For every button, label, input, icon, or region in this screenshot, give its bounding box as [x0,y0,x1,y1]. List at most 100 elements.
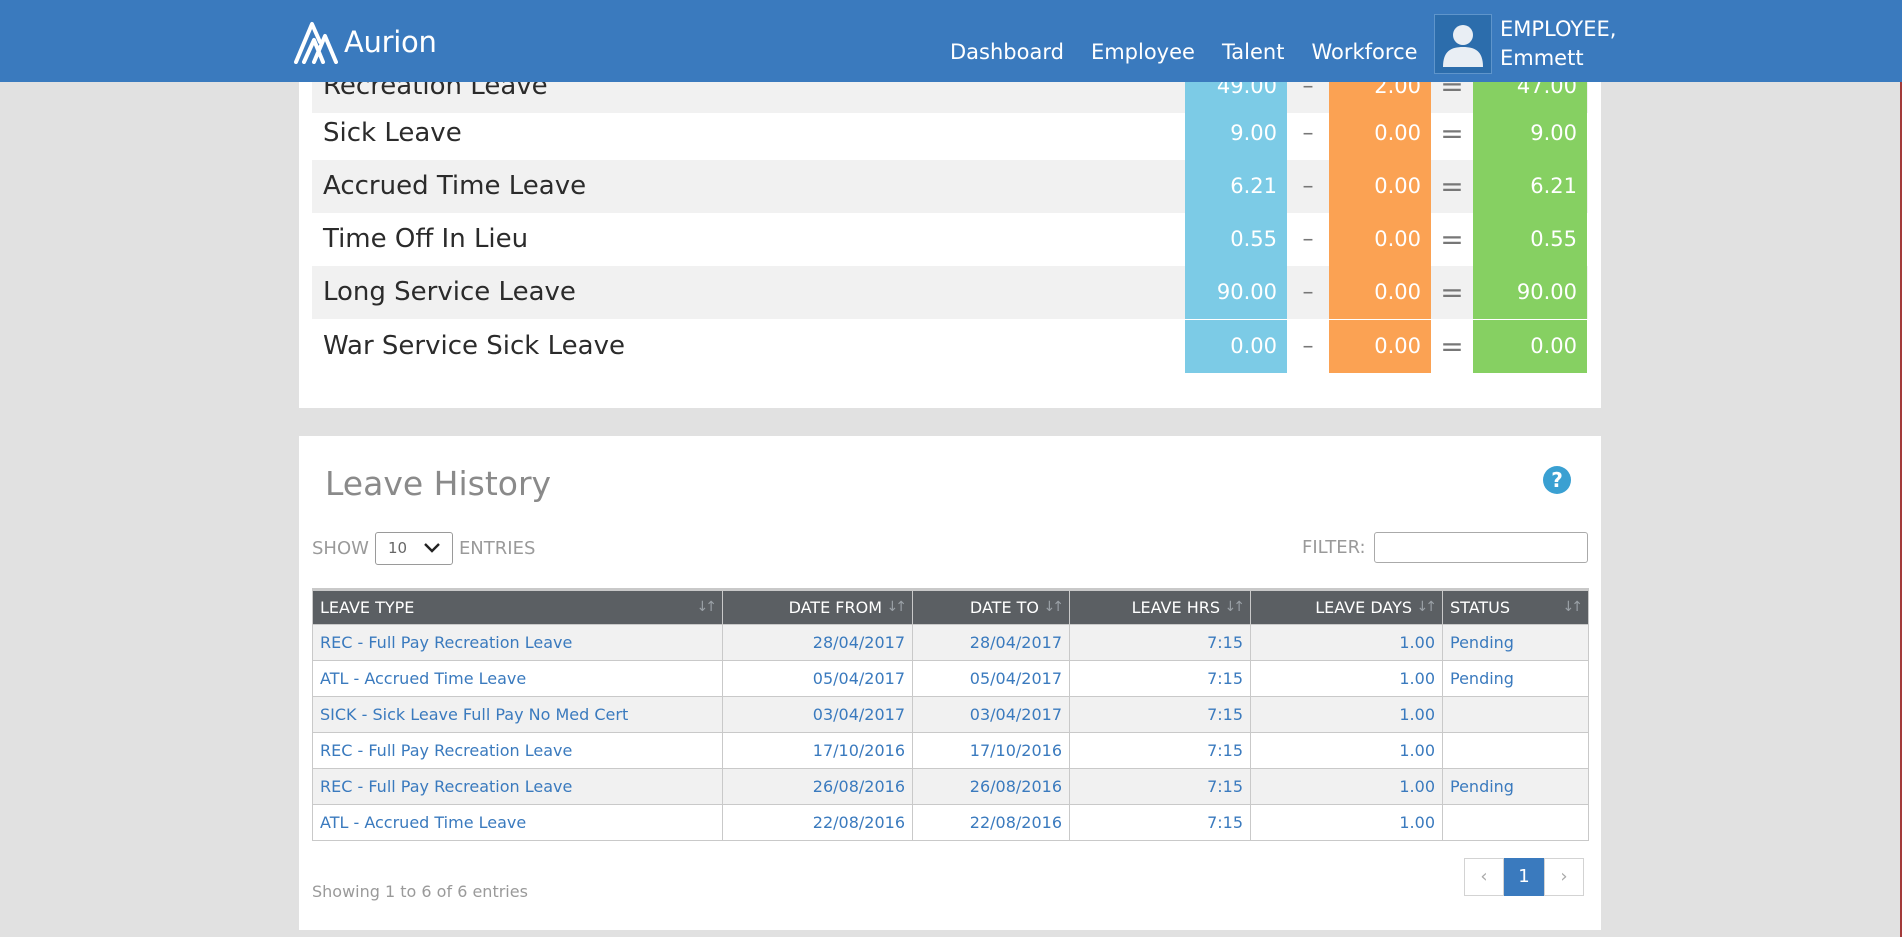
balance-row: Time Off In Lieu 0.55 – 0.00 = 0.55 [312,213,1588,266]
nav-item-dashboard[interactable]: Dashboard [950,40,1064,64]
cell-date-from: 26/08/2016 [722,768,913,805]
cell-date-to: 17/10/2016 [912,732,1070,769]
cell-leave-hrs: 7:15 [1069,696,1251,733]
taken-value: 0.00 [1329,266,1431,319]
cell-leave-type[interactable]: ATL - Accrued Time Leave [312,804,723,841]
cell-leave-days: 1.00 [1250,660,1443,697]
filter-input[interactable] [1373,532,1588,563]
cell-leave-type[interactable]: REC - Full Pay Recreation Leave [312,624,723,661]
entries-select-value: 10 [387,539,408,557]
available-value: 0.55 [1185,213,1287,266]
minus-operator: – [1302,174,1314,199]
cell-leave-hrs: 7:15 [1069,660,1251,697]
taken-value: 0.00 [1329,213,1431,266]
cell-date-to: 26/08/2016 [912,768,1070,805]
balance-label: War Service Sick Leave [323,331,625,361]
table-row[interactable]: ATL - Accrued Time Leave 22/08/2016 22/0… [312,804,1589,841]
table-info: Showing 1 to 6 of 6 entries [312,882,528,901]
cell-leave-type[interactable]: REC - Full Pay Recreation Leave [312,768,723,805]
column-header-leave-days[interactable]: LEAVE DAYS ↓↑ [1250,588,1443,625]
table-row[interactable]: ATL - Accrued Time Leave 05/04/2017 05/0… [312,660,1589,697]
equals-operator: = [1440,276,1464,309]
nav-item-employee[interactable]: Employee [1091,40,1195,64]
leave-balances-panel: Recreation Leave 49.00 – 2.00 = 47.00 Si… [299,60,1601,408]
cell-date-from: 17/10/2016 [722,732,913,769]
equals-operator: = [1440,117,1464,150]
taken-value: 0.00 [1329,107,1431,160]
balance-value: 0.55 [1473,213,1587,266]
section-title: Leave History [325,464,552,503]
pagination: ‹ 1 › [1464,858,1584,896]
cell-leave-hrs: 7:15 [1069,804,1251,841]
balance-value: 0.00 [1473,320,1587,373]
top-navigation-bar: Aurion Dashboard Employee Talent Workfor… [0,0,1902,82]
cell-leave-type[interactable]: ATL - Accrued Time Leave [312,660,723,697]
chevron-down-icon [424,543,440,553]
column-header-status[interactable]: STATUS ↓↑ [1442,588,1589,625]
entries-length-control: SHOW 10 ENTRIES [312,532,535,565]
leave-history-panel: Leave History ? SHOW 10 ENTRIES FILTER: … [299,436,1601,930]
equals-operator: = [1440,330,1464,363]
sort-icon: ↓↑ [1043,599,1065,615]
table-header-row: LEAVE TYPE ↓↑ DATE FROM ↓↑ DATE TO ↓↑ LEAVE… [312,588,1589,625]
leave-history-table: LEAVE TYPE ↓↑ DATE FROM ↓↑ DATE TO ↓↑ LEAVE… [312,588,1589,841]
column-header-leave-type[interactable]: LEAVE TYPE ↓↑ [312,588,723,625]
cell-date-from: 05/04/2017 [722,660,913,697]
nav-item-workforce[interactable]: Workforce [1311,40,1417,64]
available-value: 90.00 [1185,266,1287,319]
available-value: 6.21 [1185,160,1287,213]
entries-select[interactable]: 10 [374,532,453,565]
column-header-label: LEAVE DAYS [1315,598,1412,617]
brand-name: Aurion [344,25,437,59]
available-value: 9.00 [1185,107,1287,160]
next-page-button[interactable]: › [1544,858,1584,896]
page-button[interactable]: 1 [1504,858,1544,896]
cell-date-to: 28/04/2017 [912,624,1070,661]
table-row[interactable]: REC - Full Pay Recreation Leave 26/08/20… [312,768,1589,805]
equals-operator: = [1440,223,1464,256]
user-menu[interactable]: EMPLOYEE, Emmett [1434,14,1616,74]
cell-leave-days: 1.00 [1250,768,1443,805]
table-row[interactable]: SICK - Sick Leave Full Pay No Med Cert 0… [312,696,1589,733]
balance-label: Long Service Leave [323,277,576,307]
entries-label: ENTRIES [458,538,536,559]
help-icon[interactable]: ? [1543,466,1571,494]
cell-date-from: 22/08/2016 [722,804,913,841]
equals-operator: = [1440,170,1464,203]
table-row[interactable]: REC - Full Pay Recreation Leave 28/04/20… [312,624,1589,661]
cell-date-to: 22/08/2016 [912,804,1070,841]
balance-label: Sick Leave [323,118,462,148]
prev-page-button[interactable]: ‹ [1464,858,1504,896]
sort-icon: ↓↑ [1416,599,1438,615]
column-header-label: DATE TO [969,598,1039,617]
column-header-label: LEAVE HRS [1131,598,1220,617]
cell-date-from: 03/04/2017 [722,696,913,733]
column-header-label: DATE FROM [788,598,882,617]
cell-status: Pending [1442,624,1589,661]
cell-date-to: 03/04/2017 [912,696,1070,733]
cell-leave-days: 1.00 [1250,624,1443,661]
column-header-date-from[interactable]: DATE FROM ↓↑ [722,588,913,625]
column-header-date-to[interactable]: DATE TO ↓↑ [912,588,1070,625]
minus-operator: – [1302,227,1314,252]
cell-leave-type[interactable]: SICK - Sick Leave Full Pay No Med Cert [312,696,723,733]
cell-status [1442,804,1589,841]
table-row[interactable]: REC - Full Pay Recreation Leave 17/10/20… [312,732,1589,769]
available-value: 0.00 [1185,320,1287,373]
user-firstname: Emmett [1500,46,1584,70]
brand-logo[interactable]: Aurion [292,20,437,64]
nav-item-talent[interactable]: Talent [1222,40,1285,64]
balance-row: Accrued Time Leave 6.21 – 0.00 = 6.21 [312,160,1588,213]
balance-value: 90.00 [1473,266,1587,319]
cell-leave-type[interactable]: REC - Full Pay Recreation Leave [312,732,723,769]
avatar [1434,14,1492,74]
user-silhouette-icon [1443,25,1483,67]
column-header-label: STATUS [1450,598,1511,617]
column-header-leave-hrs[interactable]: LEAVE HRS ↓↑ [1069,588,1251,625]
cell-leave-hrs: 7:15 [1069,768,1251,805]
cell-leave-days: 1.00 [1250,696,1443,733]
sort-icon: ↓↑ [1224,599,1246,615]
cell-status: Pending [1442,768,1589,805]
cell-leave-hrs: 7:15 [1069,732,1251,769]
minus-operator: – [1302,280,1314,305]
